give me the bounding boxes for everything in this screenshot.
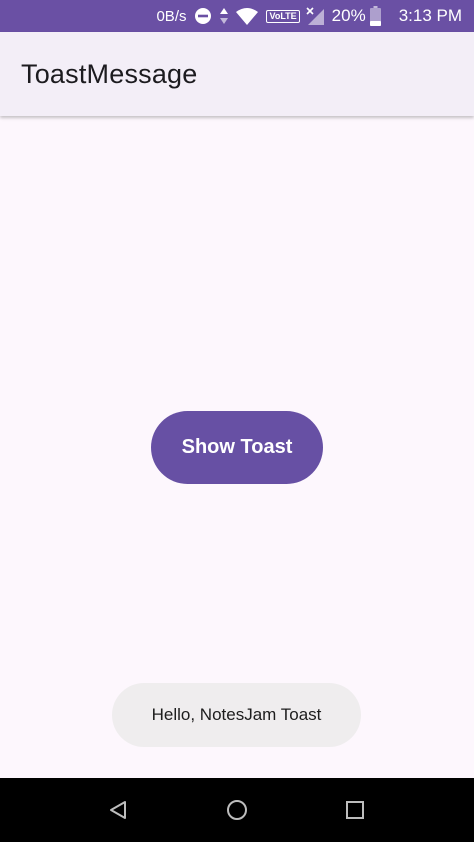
- toast-text: Hello, NotesJam Toast: [151, 705, 322, 724]
- volte-icon: VoLTE: [266, 9, 300, 23]
- do-not-disturb-icon: [194, 7, 212, 25]
- clock: 3:13 PM: [398, 6, 462, 25]
- status-bar: 0B/s VoLTE 20% 3:13 PM: [0, 0, 474, 32]
- app-bar: ToastMessage: [0, 32, 474, 116]
- app-title: ToastMessage: [21, 58, 198, 89]
- battery-percent: 20%: [331, 6, 366, 25]
- data-arrows-icon: [220, 8, 229, 24]
- wifi-icon: [236, 7, 259, 25]
- recents-icon[interactable]: [339, 794, 371, 826]
- back-icon[interactable]: [102, 794, 134, 826]
- navigation-bar: [0, 778, 474, 842]
- battery-icon: [369, 6, 381, 26]
- net-speed: 0B/s: [156, 7, 187, 25]
- toast-message: Hello, NotesJam Toast: [112, 683, 361, 747]
- show-toast-button[interactable]: Show Toast: [151, 411, 323, 484]
- signal-icon: [306, 7, 324, 25]
- home-icon[interactable]: [221, 794, 253, 826]
